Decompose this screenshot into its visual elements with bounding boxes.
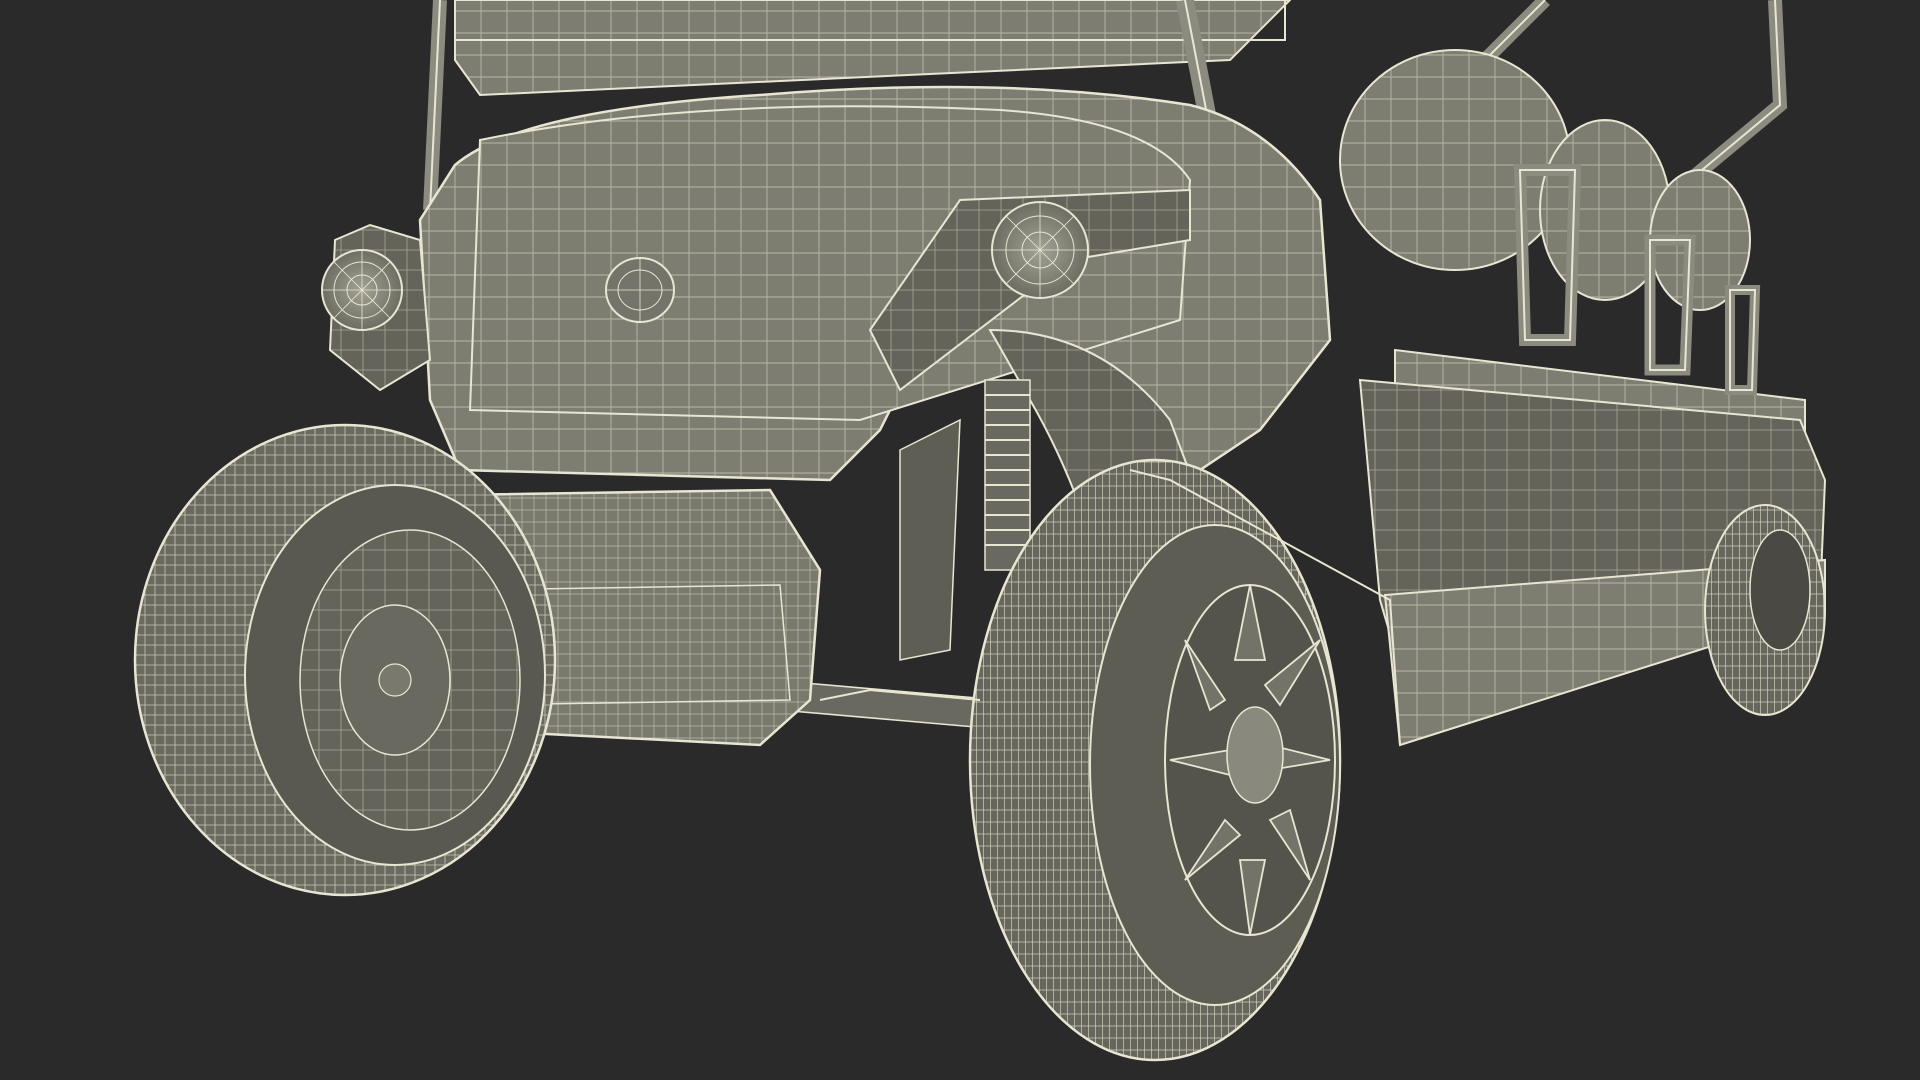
left-headlight — [321, 249, 403, 331]
front-left-wheel — [133, 423, 557, 897]
wireframe-render-viewport — [0, 0, 1920, 1080]
rear-wheel — [1704, 504, 1826, 716]
hood-emblem — [605, 257, 675, 323]
golf-cart-wireframe-render — [133, 0, 1827, 1062]
right-headlight — [991, 201, 1089, 299]
front-right-wheel — [968, 458, 1342, 1062]
